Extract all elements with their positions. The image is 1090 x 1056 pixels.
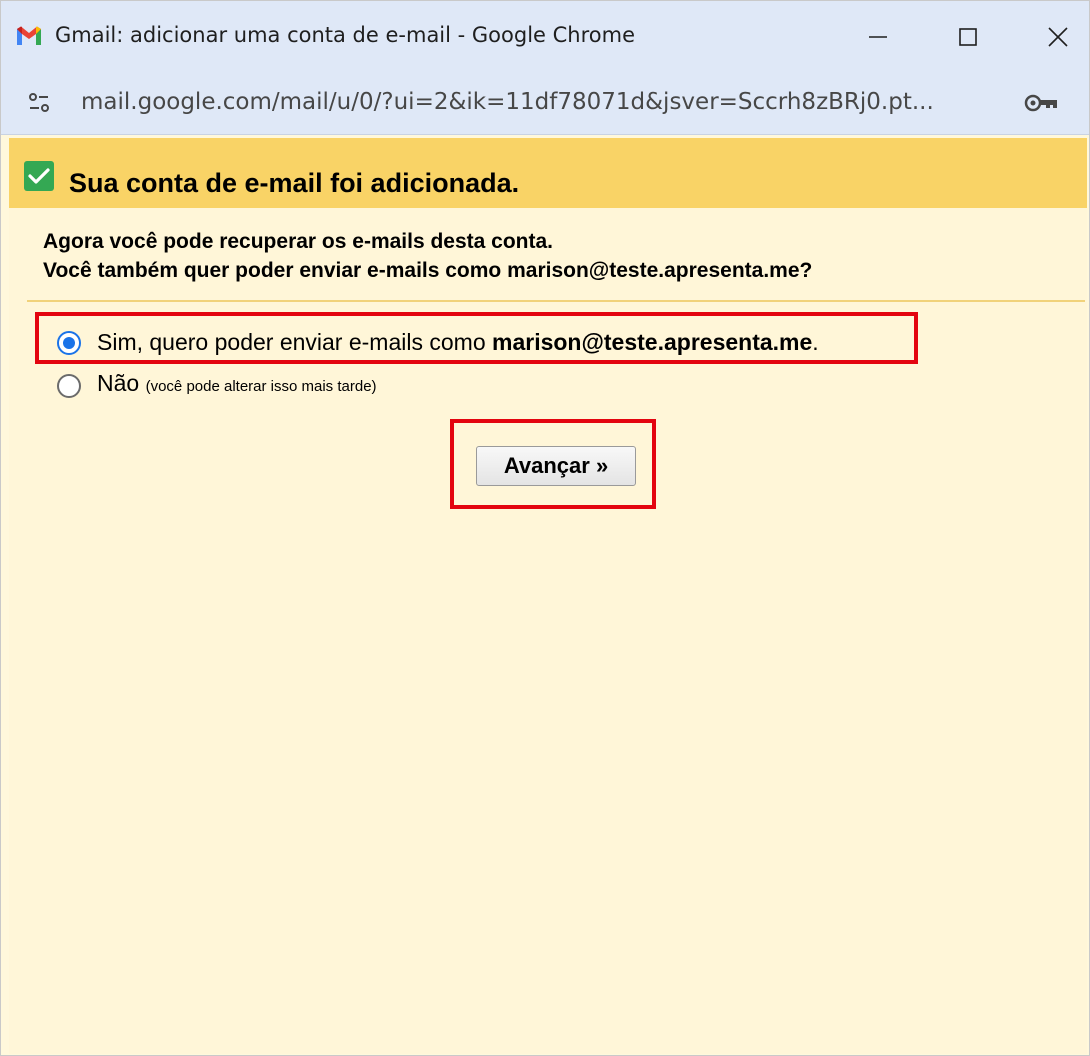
checkbox-checked-icon — [24, 161, 54, 191]
divider — [27, 300, 1085, 302]
intro-text-line-1: Agora você pode recuperar os e-mails des… — [43, 230, 554, 253]
minimize-button[interactable] — [855, 15, 901, 59]
radio-no[interactable] — [57, 374, 81, 398]
yes-option-prefix: Sim, quero poder enviar e-mails como — [97, 329, 492, 355]
tune-icon — [29, 93, 49, 112]
close-icon — [1048, 27, 1068, 47]
site-info-button[interactable] — [19, 83, 59, 123]
yes-option-label[interactable]: Sim, quero poder enviar e-mails como mar… — [97, 329, 819, 356]
radio-yes[interactable] — [57, 331, 81, 355]
dialog-content: Sua conta de e-mail foi adicionada. Agor… — [9, 138, 1087, 1054]
yes-option-email: marison@teste.apresenta.me — [492, 329, 813, 355]
intro-text-line-2: Você também quer poder enviar e-mails co… — [43, 259, 813, 282]
title-bar: Gmail: adicionar uma conta de e-mail - G… — [1, 1, 1089, 69]
address-bar: mail.google.com/mail/u/0/?ui=2&ik=11df78… — [1, 69, 1089, 135]
no-option-text: Não — [97, 370, 140, 396]
gmail-logo-icon — [17, 26, 41, 45]
minimize-icon — [869, 36, 887, 38]
next-button[interactable]: Avançar » — [476, 446, 636, 486]
header-title: Sua conta de e-mail foi adicionada. — [69, 168, 520, 198]
maximize-icon — [959, 28, 977, 46]
no-option-label[interactable]: Não (você pode alterar isso mais tarde) — [97, 370, 377, 397]
no-option-hint: (você pode alterar isso mais tarde) — [145, 378, 377, 395]
window-title: Gmail: adicionar uma conta de e-mail - G… — [55, 23, 636, 47]
browser-window: Gmail: adicionar uma conta de e-mail - G… — [0, 0, 1090, 1056]
close-button[interactable] — [1035, 15, 1081, 59]
maximize-button[interactable] — [945, 15, 991, 59]
success-header: Sua conta de e-mail foi adicionada. — [9, 138, 1087, 208]
url-text[interactable]: mail.google.com/mail/u/0/?ui=2&ik=11df78… — [81, 89, 934, 115]
key-icon[interactable] — [1023, 89, 1061, 117]
yes-option-suffix: . — [812, 329, 819, 355]
